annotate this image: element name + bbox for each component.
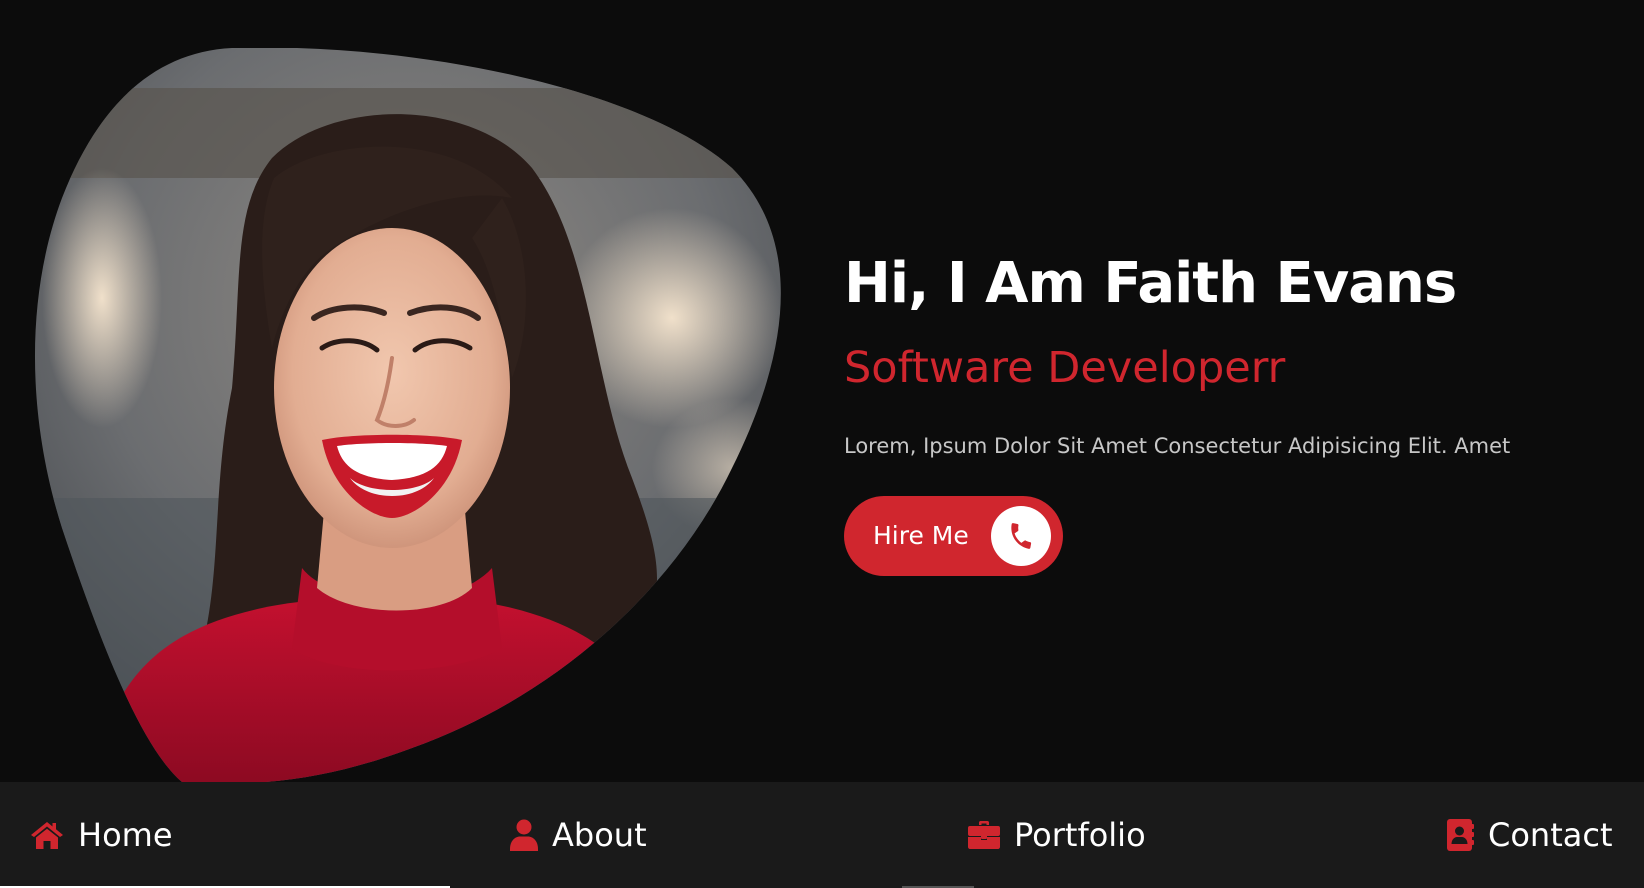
nav-label-portfolio: Portfolio (1014, 816, 1146, 854)
nav-label-about: About (552, 816, 647, 854)
page: Hi, I Am Faith Evans Software Developerr… (0, 0, 1644, 888)
hero-role: Software Developerr (844, 343, 1286, 394)
hire-me-button[interactable]: Hire Me (844, 495, 1063, 576)
bottom-navigation: Home About Portfolio Contact (0, 782, 1644, 888)
hero-description: Lorem, Ipsum Dolor Sit Amet Consectetur … (844, 433, 1511, 458)
nav-label-contact: Contact (1488, 816, 1613, 854)
contact-book-icon (1446, 819, 1474, 851)
hire-me-label: Hire Me (873, 521, 969, 551)
hero-title: Hi, I Am Faith Evans (844, 251, 1457, 316)
phone-icon (990, 505, 1051, 566)
nav-item-about[interactable]: About (510, 782, 647, 888)
nav-item-home[interactable]: Home (30, 782, 173, 888)
nav-item-portfolio[interactable]: Portfolio (968, 782, 1146, 888)
hero-portrait-image (32, 48, 786, 782)
briefcase-icon (968, 821, 1000, 849)
nav-label-home: Home (78, 816, 173, 854)
nav-item-contact[interactable]: Contact (1446, 782, 1613, 888)
user-icon (510, 819, 538, 851)
home-icon (30, 820, 64, 850)
hero-intro: Hi, I Am Faith Evans Software Developerr… (844, 251, 1624, 576)
